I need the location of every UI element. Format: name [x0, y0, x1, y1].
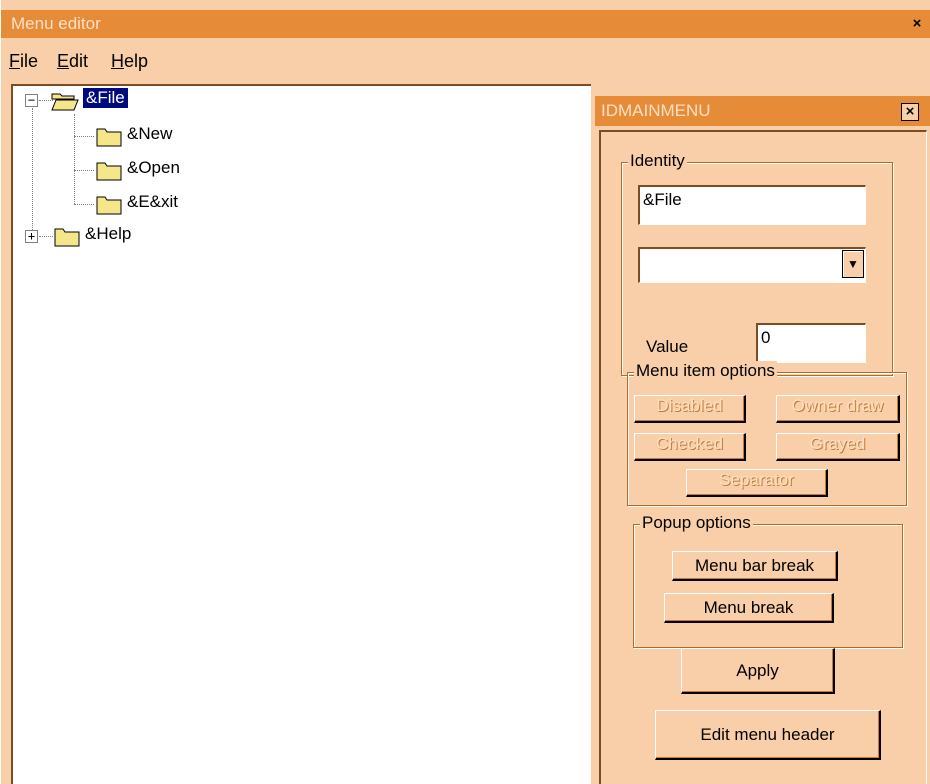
close-icon[interactable]: × [909, 16, 925, 32]
checked-button[interactable]: Checked [634, 433, 746, 461]
close-icon[interactable]: × [901, 103, 919, 121]
menu-help-label: elp [124, 51, 149, 71]
properties-body: Identity &File ▼ Value 0 Menu item optio… [599, 130, 927, 784]
tree-label-file[interactable]: &File [83, 88, 128, 108]
menu-item-options-group: Menu item options Disabled Owner draw Ch… [627, 361, 907, 506]
menu-edit-label: dit [69, 51, 89, 71]
menu-item-options-label: Menu item options [634, 361, 777, 381]
tree-node-file[interactable]: − &File [13, 88, 213, 114]
tree-node-new[interactable]: &New [13, 124, 213, 150]
identity-combo[interactable]: ▼ [638, 247, 866, 283]
apply-button[interactable]: Apply [681, 648, 835, 694]
folder-icon [54, 228, 80, 247]
menu-bar-break-button[interactable]: Menu bar break [672, 551, 838, 581]
menu-editor-window: Menu editor × File Edit Help − &File &Ne… [0, 0, 930, 784]
edit-menu-header-button[interactable]: Edit menu header [655, 710, 881, 760]
tree-label-new[interactable]: &New [127, 124, 172, 144]
value-input[interactable]: 0 [756, 323, 866, 363]
window-title: Menu editor [11, 14, 101, 33]
grayed-button[interactable]: Grayed [776, 433, 900, 461]
disabled-button[interactable]: Disabled [634, 395, 746, 423]
menu-file-label: ile [20, 51, 39, 71]
tree-node-help[interactable]: + &Help [13, 224, 213, 250]
window-titlebar[interactable]: Menu editor × [1, 10, 930, 38]
menu-edit[interactable]: Edit [57, 51, 88, 72]
menu-file-accel: F [9, 51, 20, 71]
tree-node-exit[interactable]: &E&xit [13, 192, 213, 218]
tree-label-help[interactable]: &Help [85, 224, 131, 244]
owner-draw-button[interactable]: Owner draw [776, 395, 900, 423]
separator-button[interactable]: Separator [686, 469, 828, 497]
chevron-down-icon[interactable]: ▼ [842, 250, 864, 278]
popup-options-group: Popup options Menu bar break Menu break [633, 513, 903, 648]
menu-edit-accel: E [57, 51, 70, 71]
tree-label-exit[interactable]: &E&xit [127, 192, 178, 212]
menu-file[interactable]: File [9, 51, 38, 72]
menu-bar: File Edit Help [1, 40, 930, 80]
properties-titlebar[interactable]: IDMAINMENU × [595, 96, 930, 126]
menu-tree[interactable]: − &File &New &Open &E&xit + &Help [11, 84, 591, 784]
menu-help[interactable]: Help [111, 51, 148, 72]
folder-icon [96, 128, 122, 147]
folder-icon [96, 162, 122, 181]
menu-help-accel: H [111, 51, 124, 71]
identity-group-label: Identity [628, 151, 687, 171]
identity-group: Identity &File ▼ Value 0 [621, 151, 893, 376]
folder-icon [96, 196, 122, 215]
collapse-icon[interactable]: − [25, 94, 38, 107]
expand-icon[interactable]: + [25, 230, 38, 243]
menu-break-button[interactable]: Menu break [664, 593, 834, 623]
identity-name-input[interactable]: &File [638, 185, 866, 225]
properties-panel: IDMAINMENU × Identity &File ▼ Value 0 Me… [595, 96, 930, 784]
value-label: Value [646, 337, 689, 356]
tree-node-open[interactable]: &Open [13, 158, 213, 184]
properties-title: IDMAINMENU [601, 101, 711, 120]
tree-label-open[interactable]: &Open [127, 158, 180, 178]
open-folder-icon [51, 93, 79, 111]
popup-options-label: Popup options [640, 513, 753, 533]
